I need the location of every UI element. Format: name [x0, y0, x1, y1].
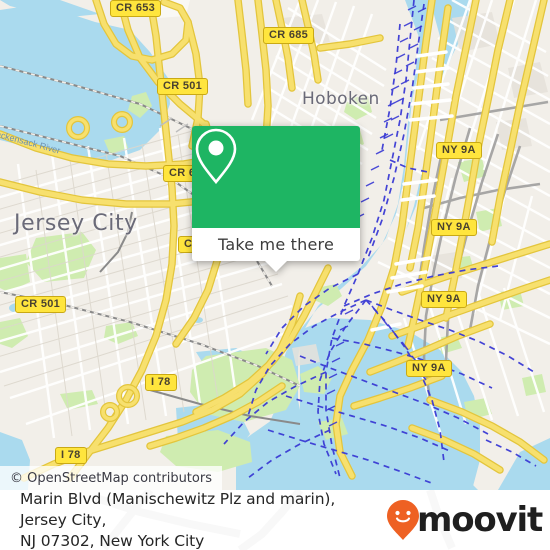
moovit-smiley-pin-icon: [386, 500, 419, 540]
take-me-there-label: Take me there: [218, 235, 334, 254]
road-shield-ny-9a-d: NY 9A: [406, 360, 452, 377]
road-shield-cr-501-b: CR 501: [15, 296, 67, 313]
popup-action-area[interactable]: Take me there: [192, 228, 360, 261]
footer-bar: Marin Blvd (Manischewitz Plz and marin),…: [0, 490, 550, 550]
map-pin-icon: [195, 128, 237, 185]
address-text: Marin Blvd (Manischewitz Plz and marin),…: [20, 490, 384, 550]
moovit-wordmark: moovit: [416, 500, 543, 540]
road-shield-cr-685: CR 685: [263, 27, 315, 44]
road-shield-i-78-a: I 78: [145, 374, 177, 391]
moovit-brand[interactable]: moovit: [386, 499, 543, 541]
road-shield-cr-653: CR 653: [110, 0, 162, 17]
popup-pointer: [265, 261, 287, 272]
road-shield-ny-9a-b: NY 9A: [431, 219, 477, 236]
road-shield-cr-501-a: CR 501: [157, 78, 209, 95]
road-shield-ny-9a-c: NY 9A: [421, 291, 467, 308]
destination-popup-card[interactable]: Take me there: [192, 126, 360, 272]
map-page: Hackensack River Jersey City Hoboken CR …: [0, 0, 550, 550]
road-shield-i-78-b: I 78: [55, 447, 87, 464]
address-line-2: NJ 07302, New York City: [20, 531, 205, 550]
osm-attribution-text: © OpenStreetMap contributors: [10, 470, 212, 486]
address-line-1: Marin Blvd (Manischewitz Plz and marin),…: [20, 490, 336, 529]
popup-icon-area: [192, 126, 360, 228]
map-canvas[interactable]: Hackensack River Jersey City Hoboken CR …: [0, 0, 550, 490]
road-shield-ny-9a-a: NY 9A: [436, 142, 482, 159]
osm-attribution[interactable]: © OpenStreetMap contributors: [0, 466, 222, 490]
